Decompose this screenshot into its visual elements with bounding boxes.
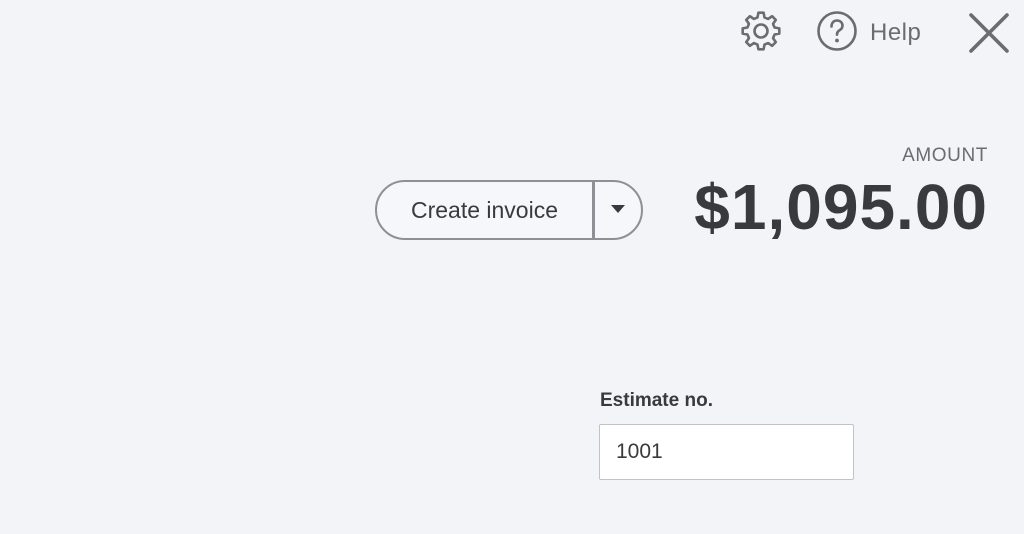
create-invoice-button[interactable]: Create invoice (377, 182, 592, 238)
close-icon (965, 9, 1013, 62)
amount-label: AMOUNT (902, 145, 988, 166)
estimate-no-label: Estimate no. (600, 390, 713, 411)
help-label: Help (870, 19, 922, 46)
settings-button[interactable] (738, 10, 784, 56)
close-button[interactable] (964, 10, 1014, 60)
create-invoice-dropdown-button[interactable] (595, 182, 641, 238)
help-button[interactable]: Help (816, 10, 922, 57)
caret-down-icon (610, 201, 626, 219)
create-invoice-split-button: Create invoice (375, 180, 643, 240)
question-circle-icon (816, 10, 858, 57)
gear-icon (738, 8, 784, 59)
amount-value: $1,095.00 (694, 171, 988, 243)
estimate-no-input[interactable] (599, 424, 854, 480)
